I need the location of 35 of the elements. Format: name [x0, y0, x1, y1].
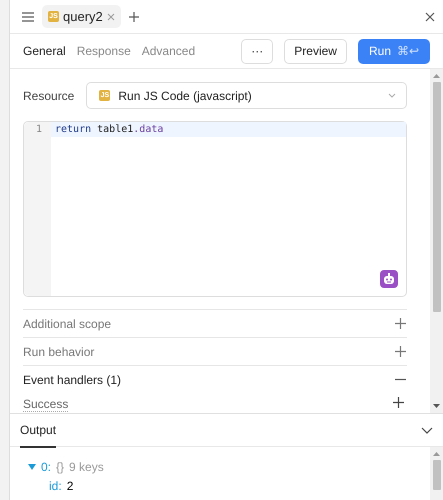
tree-key: 0: — [41, 460, 52, 474]
section-title: Event handlers (1) — [23, 372, 122, 386]
expand-icon[interactable] — [394, 345, 407, 358]
resource-label: Resource — [23, 88, 74, 102]
type-label: {} — [56, 460, 64, 474]
tab[interactable]: General — [23, 44, 66, 58]
tree-value: 2 — [66, 478, 74, 492]
robot-icon[interactable] — [380, 270, 398, 288]
key-count: 9 keys — [69, 460, 104, 474]
chevron-down-icon[interactable] — [421, 426, 433, 434]
scrollbar[interactable] — [430, 447, 443, 500]
close-icon[interactable] — [425, 12, 435, 22]
tab-title: query2 — [63, 9, 103, 24]
scroll-up-icon[interactable] — [433, 74, 440, 78]
run-button[interactable]: Run ⌘↩ — [358, 38, 430, 64]
output-tab[interactable]: Output — [20, 412, 56, 448]
scroll-up-icon[interactable] — [433, 452, 440, 456]
line-number: 1 — [34, 123, 43, 137]
section-title: Additional scope — [23, 316, 112, 330]
code-editor[interactable]: 1 return table1.data — [23, 121, 407, 297]
chevron-down-icon — [388, 93, 396, 98]
resource-value: Run JS Code (javascript) — [118, 88, 253, 102]
scroll-down-icon[interactable] — [433, 404, 440, 408]
menu-icon[interactable] — [22, 12, 34, 22]
tab[interactable]: Response — [76, 44, 131, 58]
add-tab-icon[interactable] — [128, 12, 139, 22]
scrollbar[interactable] — [430, 69, 443, 413]
tree-key: id: — [49, 478, 62, 492]
triangle-down-icon[interactable] — [28, 462, 36, 470]
preview-button[interactable]: Preview — [284, 38, 347, 64]
more-button[interactable]: ··· — [241, 38, 274, 64]
event-handler-label[interactable]: Success — [23, 396, 68, 412]
section-title: Run behavior — [23, 344, 94, 358]
expand-icon[interactable] — [394, 317, 407, 330]
tab[interactable]: Advanced — [142, 44, 196, 58]
